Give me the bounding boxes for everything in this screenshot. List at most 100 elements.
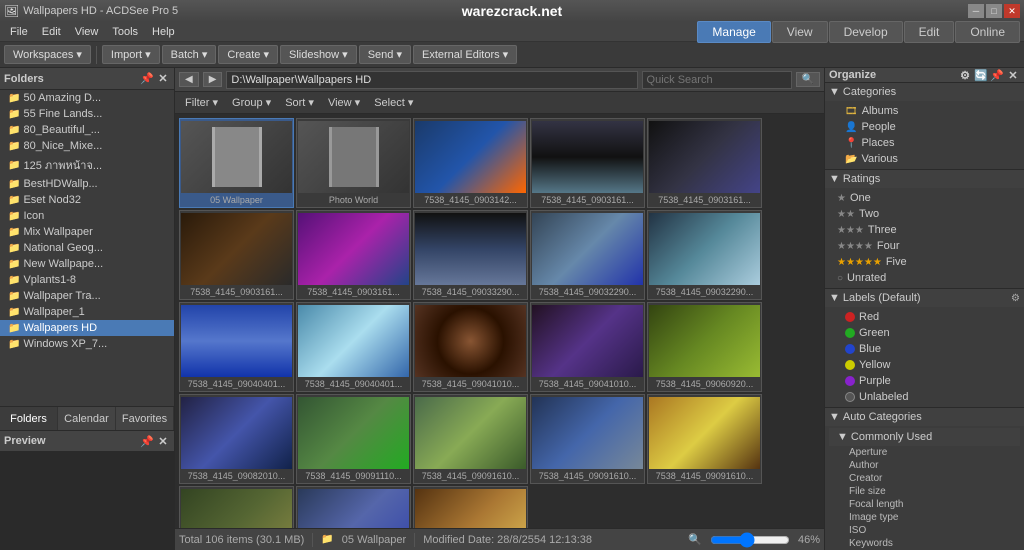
- thumbnail-item[interactable]: 7538_4145_0903161...: [530, 118, 645, 208]
- tab-favorites[interactable]: Favorites: [116, 407, 174, 430]
- auto-cat-creator[interactable]: Creator: [829, 472, 1020, 485]
- labels-settings-icon[interactable]: ⚙: [1011, 293, 1020, 304]
- folder-item[interactable]: 📁Mix Wallpaper: [0, 224, 174, 240]
- folder-item[interactable]: 📁Windows XP_7...: [0, 336, 174, 352]
- category-people[interactable]: 👤 People: [829, 119, 1020, 135]
- preview-pin-icon[interactable]: 📌: [140, 434, 154, 448]
- maximize-button[interactable]: □: [986, 4, 1002, 18]
- send-button[interactable]: Send ▾: [359, 45, 411, 64]
- folder-item[interactable]: 📁125 ภาพหน้าจ...: [0, 154, 174, 176]
- workspaces-button[interactable]: Workspaces ▾: [4, 45, 91, 64]
- menu-edit[interactable]: Edit: [36, 24, 67, 40]
- thumbnail-item[interactable]: 7538_4145_09040401...: [179, 302, 294, 392]
- label-red[interactable]: Red: [829, 309, 1020, 325]
- group-button[interactable]: Group ▾: [226, 95, 277, 110]
- filter-button[interactable]: Filter ▾: [179, 95, 224, 110]
- menu-help[interactable]: Help: [146, 24, 181, 40]
- thumbnail-item[interactable]: 7538_4145_09121010...: [296, 486, 411, 528]
- label-purple[interactable]: Purple: [829, 373, 1020, 389]
- labels-header[interactable]: ▼ Labels (Default) ⚙: [825, 289, 1024, 307]
- rating-unrated[interactable]: ○ Unrated: [829, 270, 1020, 286]
- menu-tools[interactable]: Tools: [106, 24, 144, 40]
- auto-cat-iso[interactable]: ISO: [829, 524, 1020, 537]
- folder-item[interactable]: 📁Wallpaper Tra...: [0, 288, 174, 304]
- thumbnail-item[interactable]: 7538_4145_09060920...: [647, 302, 762, 392]
- create-button[interactable]: Create ▾: [218, 45, 278, 64]
- folder-item[interactable]: 📁80_Nice_Mixe...: [0, 138, 174, 154]
- select-button[interactable]: Select ▾: [368, 95, 419, 110]
- menu-view[interactable]: View: [69, 24, 105, 40]
- preview-close-icon[interactable]: ✕: [156, 434, 170, 448]
- rating-1[interactable]: ★ One: [829, 190, 1020, 206]
- thumbnail-item[interactable]: 7538_4145_09121010...: [413, 486, 528, 528]
- folder-item[interactable]: 📁50 Amazing D...: [0, 90, 174, 106]
- folder-item[interactable]: 📁80_Beautiful_...: [0, 122, 174, 138]
- thumbnail-item[interactable]: 7538_4145_09096510...: [179, 486, 294, 528]
- label-yellow[interactable]: Yellow: [829, 357, 1020, 373]
- batch-button[interactable]: Batch ▾: [162, 45, 217, 64]
- zoom-out-icon[interactable]: 🔍: [688, 533, 702, 546]
- thumbnail-item[interactable]: 7538_4145_09091110...: [296, 394, 411, 484]
- label-unlabeled[interactable]: Unlabeled: [829, 389, 1020, 405]
- develop-tab[interactable]: Develop: [829, 21, 903, 43]
- auto-cat-focal[interactable]: Focal length: [829, 498, 1020, 511]
- import-button[interactable]: Import ▾: [102, 45, 160, 64]
- pin-icon[interactable]: 📌: [140, 72, 154, 86]
- tab-calendar[interactable]: Calendar: [58, 407, 116, 430]
- auto-cat-aperture[interactable]: Aperture: [829, 446, 1020, 459]
- ratings-header[interactable]: ▼ Ratings: [825, 170, 1024, 188]
- folder-tree[interactable]: 📁50 Amazing D... 📁55 Fine Lands... 📁80_B…: [0, 90, 174, 406]
- folder-item[interactable]: 📁55 Fine Lands...: [0, 106, 174, 122]
- view-tab[interactable]: View: [772, 21, 828, 43]
- folder-item[interactable]: 📁Eset Nod32: [0, 192, 174, 208]
- folder-item[interactable]: 📁Wallpaper_1: [0, 304, 174, 320]
- rating-5[interactable]: ★★★★★ Five: [829, 254, 1020, 270]
- thumbnail-item[interactable]: 7538_4145_09033290...: [413, 210, 528, 300]
- thumbnail-item[interactable]: 7538_4145_0903161...: [179, 210, 294, 300]
- auto-cat-imagetype[interactable]: Image type: [829, 511, 1020, 524]
- nav-back-button[interactable]: ◀: [179, 72, 199, 87]
- thumbnail-item[interactable]: 7538_4145_0903161...: [296, 210, 411, 300]
- org-close-icon[interactable]: ✕: [1006, 68, 1020, 82]
- refresh-icon[interactable]: 🔄: [974, 68, 988, 82]
- folder-item[interactable]: 📁BestHDWallp...: [0, 176, 174, 192]
- org-pin-icon[interactable]: 📌: [990, 68, 1004, 82]
- category-various[interactable]: 📂 Various: [829, 151, 1020, 167]
- path-input[interactable]: [226, 71, 637, 89]
- thumbnail-item[interactable]: 05 Wallpaper: [179, 118, 294, 208]
- categories-header[interactable]: ▼ Categories: [825, 83, 1024, 101]
- thumbnail-item[interactable]: 7538_4145_0903142...: [413, 118, 528, 208]
- thumbnail-item[interactable]: Photo World: [296, 118, 411, 208]
- thumbnail-item[interactable]: 7538_4145_0903161...: [647, 118, 762, 208]
- category-albums[interactable]: 🎞 Albums: [829, 103, 1020, 119]
- panel-close-icon[interactable]: ✕: [156, 72, 170, 86]
- zoom-slider[interactable]: [710, 535, 790, 545]
- folder-item[interactable]: 📁Vplants1-8: [0, 272, 174, 288]
- thumbnail-item[interactable]: 7538_4145_09082010...: [179, 394, 294, 484]
- nav-forward-button[interactable]: ▶: [203, 72, 223, 87]
- folder-item[interactable]: 📁New Wallpape...: [0, 256, 174, 272]
- thumbnail-item[interactable]: 7538_4145_09032290...: [647, 210, 762, 300]
- commonly-used-header[interactable]: ▼ Commonly Used: [829, 428, 1020, 446]
- folder-item-selected[interactable]: 📁Wallpapers HD: [0, 320, 174, 336]
- rating-2[interactable]: ★★ Two: [829, 206, 1020, 222]
- slideshow-button[interactable]: Slideshow ▾: [280, 45, 357, 64]
- tab-folders[interactable]: Folders: [0, 407, 58, 430]
- thumbnail-item[interactable]: 7538_4145_09091610...: [647, 394, 762, 484]
- label-blue[interactable]: Blue: [829, 341, 1020, 357]
- thumbnail-item[interactable]: 7538_4145_09091610...: [530, 394, 645, 484]
- label-green[interactable]: Green: [829, 325, 1020, 341]
- menu-file[interactable]: File: [4, 24, 34, 40]
- titlebar-controls[interactable]: ─ □ ✕: [968, 4, 1020, 18]
- category-places[interactable]: 📍 Places: [829, 135, 1020, 151]
- edit-tab[interactable]: Edit: [904, 21, 955, 43]
- thumbnail-item[interactable]: 7538_4145_09040401...: [296, 302, 411, 392]
- online-tab[interactable]: Online: [955, 21, 1020, 43]
- manage-tab[interactable]: Manage: [697, 21, 770, 43]
- thumbnail-item[interactable]: 7538_4145_09032290...: [530, 210, 645, 300]
- external-editors-button[interactable]: External Editors ▾: [413, 45, 517, 64]
- thumbnail-area[interactable]: 05 Wallpaper Photo World 7538_4145_09031…: [175, 114, 824, 528]
- search-button[interactable]: 🔍: [796, 72, 820, 87]
- rating-4[interactable]: ★★★★ Four: [829, 238, 1020, 254]
- thumbnail-item[interactable]: 7538_4145_09041010...: [530, 302, 645, 392]
